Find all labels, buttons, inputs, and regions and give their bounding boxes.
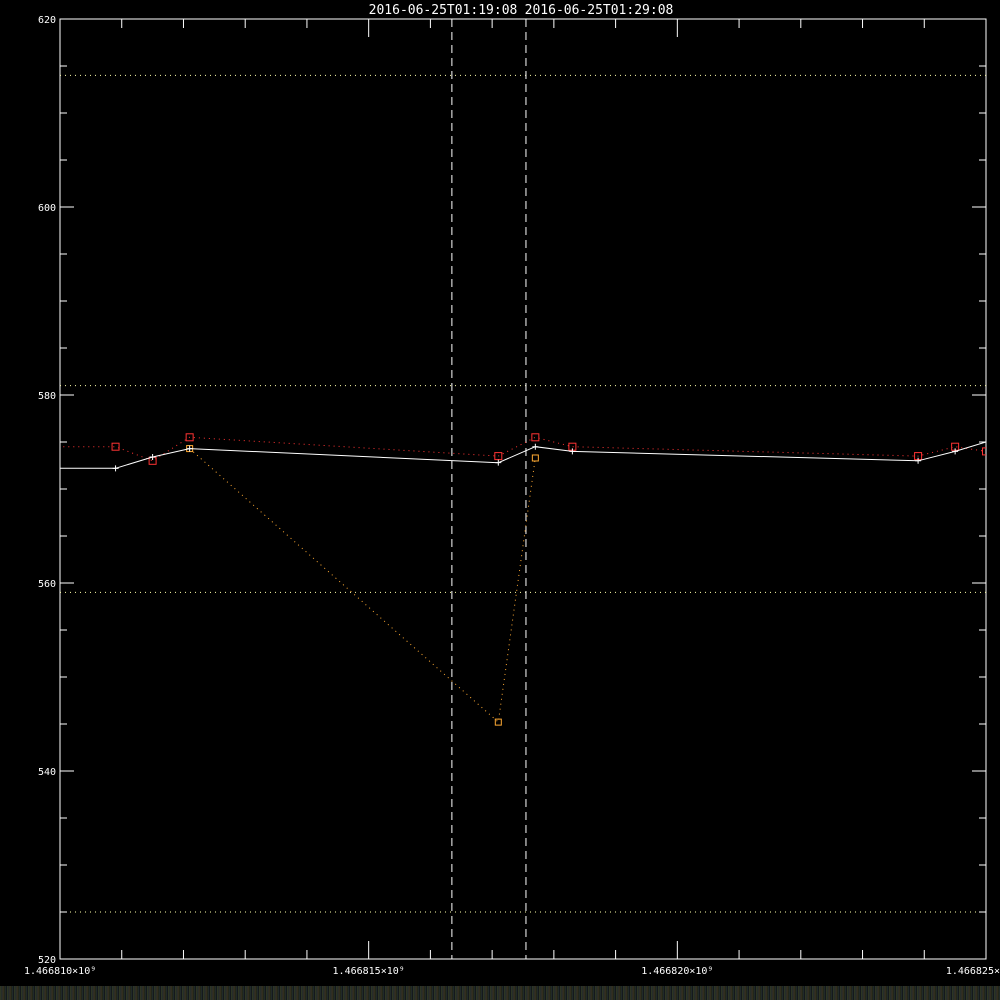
y-axis: 520 540 560 580 600 620: [38, 15, 986, 966]
data-point-square: [531, 433, 540, 442]
reference-lines: [60, 74, 986, 913]
plot-frame: [59, 18, 987, 960]
data-point-square-small: [494, 718, 502, 726]
chart-title-end: 2016-06-25T01:29:08: [525, 3, 674, 18]
data-point-plus: [186, 445, 193, 452]
time-series-chart: 2016-06-25T01:19:08 2016-06-25T01:29:08 …: [0, 3, 1000, 977]
data-point-plus: [532, 443, 539, 450]
series-line: [189, 448, 536, 724]
data-point-plus: [952, 448, 959, 455]
noise-strip: [0, 986, 1000, 1000]
data-point-square: [0, 443, 2, 450]
series-group: [0, 433, 986, 465]
chart-title-start: 2016-06-25T01:19:08: [369, 3, 518, 18]
data-point-plus: [569, 448, 576, 455]
series-line: [60, 436, 986, 462]
y-tick-label: 580: [38, 391, 56, 402]
data-point-plus: [149, 454, 156, 461]
y-tick-label: 560: [38, 579, 56, 590]
series-line: [60, 441, 986, 469]
y-tick-label: 620: [38, 15, 56, 26]
x-tick-label: 1.466825×: [946, 966, 1000, 977]
series-layer: [0, 433, 986, 726]
data-point-plus: [983, 439, 986, 445]
y-tick-label: 540: [38, 767, 56, 778]
data-point-square: [111, 442, 120, 451]
y-tick-label: 520: [38, 955, 56, 966]
x-axis: 1.466810×10⁹ 1.466815×10⁹ 1.466820×10⁹ 1.46…: [24, 19, 1000, 977]
data-point-plus: [0, 465, 1, 471]
data-point-square-small: [531, 454, 539, 462]
event-lines: [451, 19, 527, 959]
x-tick-label: 1.466810×10⁹: [24, 966, 96, 977]
data-point-plus: [495, 459, 502, 466]
data-point-plus: [112, 465, 119, 472]
y-tick-label: 600: [38, 203, 56, 214]
series-group: [186, 445, 539, 726]
x-tick-label: 1.466820×10⁹: [641, 966, 713, 977]
data-point-plus: [915, 457, 922, 464]
x-tick-label: 1.466815×10⁹: [333, 966, 405, 977]
